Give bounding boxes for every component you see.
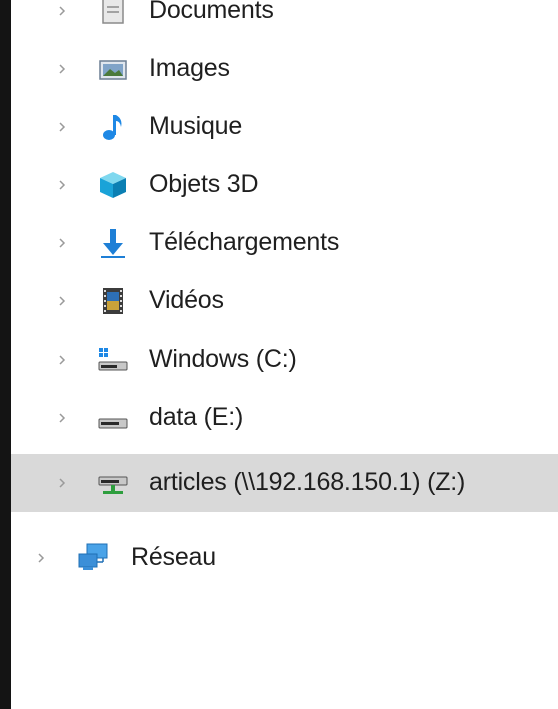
network-icon [77,542,109,574]
chevron-right-icon[interactable] [57,355,67,365]
tree-item-label: Vidéos [149,285,224,314]
windows-drive-icon [97,344,129,376]
tree-item-network[interactable]: Réseau [11,529,558,587]
network-drive-icon [97,467,129,499]
download-arrow-icon [97,227,129,259]
folder-tree: Documents Images Musique Objets 3D Téléc… [11,0,558,709]
chevron-right-icon[interactable] [57,238,67,248]
images-icon [97,53,129,85]
chevron-right-icon[interactable] [57,296,67,306]
3d-cube-icon [97,169,129,201]
tree-item-label: Téléchargements [149,227,340,256]
tree-item-videos[interactable]: Vidéos [11,272,558,330]
tree-item-downloads[interactable]: Téléchargements [11,214,558,272]
chevron-right-icon[interactable] [57,413,67,423]
tree-item-label: data (E:) [149,402,244,431]
hard-drive-icon [97,402,129,434]
tree-item-label: Windows (C:) [149,344,297,373]
tree-item-documents[interactable]: Documents [11,0,558,40]
tree-item-label: Images [149,53,230,82]
chevron-right-icon[interactable] [57,122,67,132]
chevron-right-icon[interactable] [57,478,67,488]
tree-item-label: Documents [149,0,274,24]
tree-item-label: articles (\\192.168.150.1) (Z:) [149,467,466,496]
navigation-pane: Documents Images Musique Objets 3D Téléc… [0,0,558,709]
tree-item-network-drive-z[interactable]: articles (\\192.168.150.1) (Z:) [11,454,558,512]
chevron-right-icon[interactable] [57,180,67,190]
chevron-right-icon[interactable] [57,6,67,16]
tree-item-images[interactable]: Images [11,40,558,98]
music-note-icon [97,111,129,143]
tree-item-label: Objets 3D [149,169,259,198]
film-strip-icon [97,285,129,317]
tree-item-drive-c[interactable]: Windows (C:) [11,331,558,389]
chevron-right-icon[interactable] [36,553,46,563]
tree-item-3d-objects[interactable]: Objets 3D [11,156,558,214]
tree-item-label: Réseau [131,542,216,571]
chevron-right-icon[interactable] [57,64,67,74]
documents-icon [97,0,129,27]
window-left-border [0,0,11,709]
tree-item-music[interactable]: Musique [11,98,558,156]
tree-item-label: Musique [149,111,243,140]
tree-item-drive-e[interactable]: data (E:) [11,389,558,447]
